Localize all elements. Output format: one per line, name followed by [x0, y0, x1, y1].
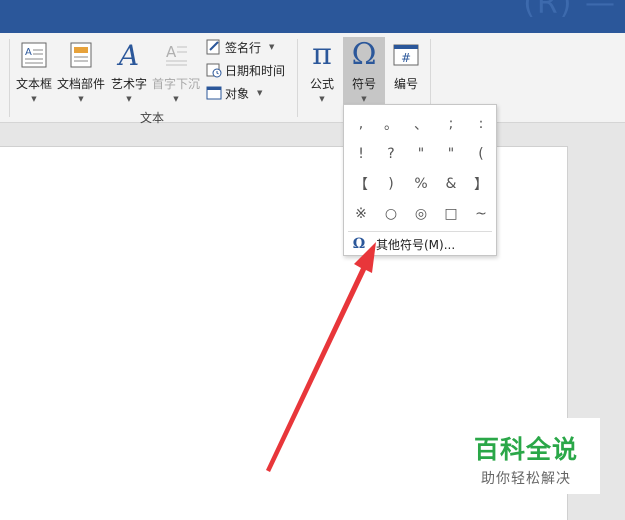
symbol-cell[interactable]: ": [406, 139, 436, 169]
symbol-cell[interactable]: ~: [466, 199, 496, 229]
symbol-grid: , 。 、 ; : ! ? " " ( 【 ) % & 】 ※ ○ ◎ □ ~: [346, 109, 496, 229]
chevron-down-icon: ▼: [78, 95, 84, 103]
textbox-label: 文本框: [15, 77, 52, 91]
watermark: 百科全说 助你轻松解决: [452, 418, 600, 494]
dropdown-separator: [348, 231, 492, 232]
symbol-cell[interactable]: □: [436, 199, 466, 229]
wordart-icon: A: [118, 38, 140, 72]
symbol-cell[interactable]: 、: [406, 109, 436, 139]
textbox-button[interactable]: A 文本框 ▼: [14, 37, 54, 103]
svg-text:A: A: [166, 43, 177, 61]
symbol-cell[interactable]: ?: [376, 139, 406, 169]
date-time-button[interactable]: 日期和时间: [205, 60, 285, 80]
omega-icon: Ω: [351, 37, 377, 72]
equation-button[interactable]: π 公式 ▼: [302, 37, 342, 104]
symbol-cell[interactable]: ◎: [406, 199, 436, 229]
drop-cap-icon: A: [160, 39, 192, 71]
symbol-cell[interactable]: &: [436, 169, 466, 199]
date-time-label: 日期和时间: [225, 63, 286, 78]
symbol-cell[interactable]: %: [406, 169, 436, 199]
more-symbols-label: 其他符号(M)...: [376, 237, 456, 252]
symbol-label: 符号: [351, 77, 376, 91]
symbol-cell[interactable]: (: [466, 139, 496, 169]
omega-icon: Ω: [352, 236, 366, 252]
wordart-button[interactable]: A 艺术字 ▼: [109, 37, 149, 104]
chevron-down-icon: ▼: [173, 95, 179, 103]
signature-icon: [205, 39, 222, 56]
symbol-button[interactable]: Ω 符号 ▼: [343, 37, 385, 107]
symbol-cell[interactable]: 】: [466, 169, 496, 199]
object-button[interactable]: 对象 ▼: [205, 83, 262, 103]
svg-text:A: A: [25, 47, 32, 58]
chevron-down-icon: ▼: [126, 95, 132, 103]
symbol-cell[interactable]: ): [376, 169, 406, 199]
signature-line-label: 签名行: [225, 40, 262, 55]
title-text-fragment: (R) —: [523, 0, 617, 21]
ribbon: A 文本框 ▼ 文档部件 ▼ A 艺术字 ▼ A 首字下沉 ▼ 签名行 ▼ 日期…: [0, 33, 625, 125]
chevron-down-icon: ▼: [269, 43, 275, 51]
symbol-cell[interactable]: !: [346, 139, 376, 169]
quick-parts-label: 文档部件: [56, 77, 105, 91]
calendar-clock-icon: [205, 62, 222, 79]
symbol-cell[interactable]: ": [436, 139, 466, 169]
quick-parts-icon: [65, 39, 97, 71]
watermark-title: 百科全说: [473, 435, 578, 464]
chevron-down-icon: ▼: [257, 89, 263, 97]
symbol-cell[interactable]: ○: [376, 199, 406, 229]
group-separator: [297, 39, 298, 117]
textbox-icon: A: [18, 39, 50, 71]
text-group-label: 文本: [140, 111, 165, 125]
wordart-label: 艺术字: [110, 77, 147, 91]
symbol-cell[interactable]: :: [466, 109, 496, 139]
number-label: 编号: [393, 77, 418, 91]
svg-text:#: #: [401, 51, 411, 65]
object-icon: [205, 85, 222, 102]
watermark-subtitle: 助你轻松解决: [481, 471, 571, 487]
equation-label: 公式: [309, 77, 334, 91]
symbol-cell[interactable]: 【: [346, 169, 376, 199]
object-label: 对象: [225, 86, 250, 101]
symbol-dropdown: , 。 、 ; : ! ? " " ( 【 ) % & 】 ※ ○ ◎ □ ~ …: [343, 104, 497, 256]
pi-icon: π: [312, 37, 332, 72]
signature-line-button[interactable]: 签名行 ▼: [205, 37, 274, 57]
drop-cap-label: 首字下沉: [151, 77, 200, 91]
symbol-cell[interactable]: ,: [346, 109, 376, 139]
symbol-cell[interactable]: ;: [436, 109, 466, 139]
group-separator: [9, 39, 10, 117]
chevron-down-icon: ▼: [361, 95, 367, 103]
chevron-down-icon: ▼: [31, 95, 37, 103]
chevron-down-icon: ▼: [319, 95, 325, 103]
symbol-cell[interactable]: 。: [376, 109, 406, 139]
number-button[interactable]: # 编号: [386, 37, 426, 103]
number-sign-icon: #: [390, 39, 422, 71]
symbol-cell[interactable]: ※: [346, 199, 376, 229]
drop-cap-button[interactable]: A 首字下沉 ▼: [151, 37, 201, 103]
title-bar: (R) —: [0, 0, 625, 33]
quick-parts-button[interactable]: 文档部件 ▼: [56, 37, 106, 103]
more-symbols-item[interactable]: Ω 其他符号(M)...: [348, 234, 493, 254]
